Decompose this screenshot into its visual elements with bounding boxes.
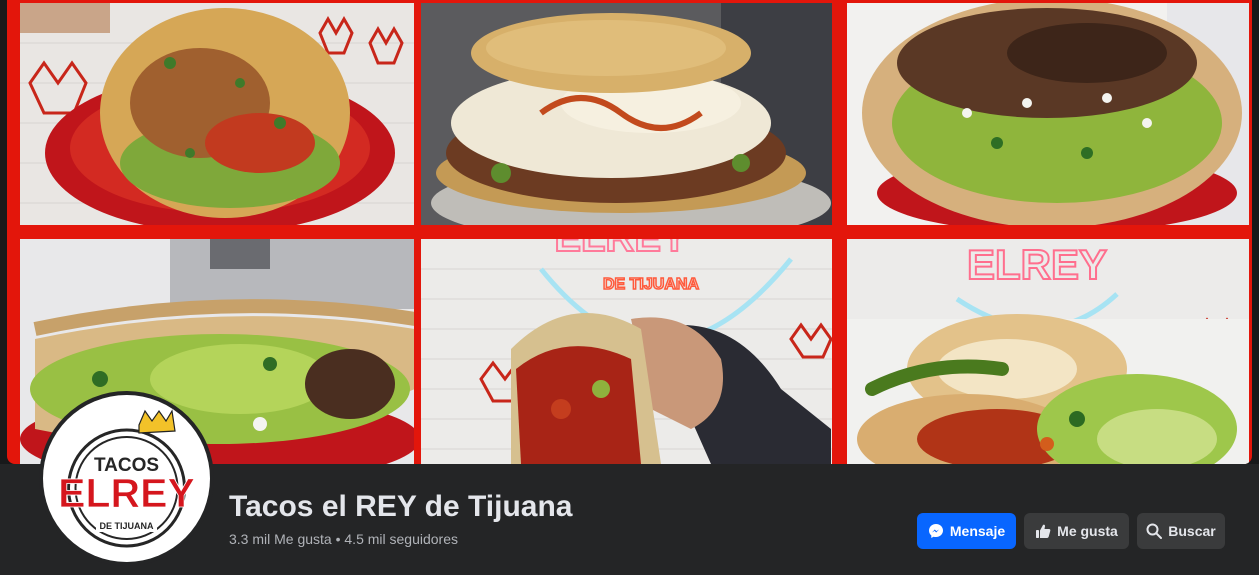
message-button-label: Mensaje xyxy=(949,523,1006,539)
page-stats[interactable]: 3.3 mil Me gusta • 4.5 mil seguidores xyxy=(229,531,458,547)
neon-sign-text: ELREY xyxy=(554,239,688,260)
search-icon xyxy=(1146,523,1163,539)
logo-line3: DE TIJUANA xyxy=(99,521,154,531)
search-button[interactable]: Buscar xyxy=(1137,513,1225,549)
like-button[interactable]: Me gusta xyxy=(1024,513,1129,549)
messenger-icon xyxy=(928,523,944,539)
cover-tile-6: ELREY xyxy=(847,239,1249,464)
logo-line2: ELREY xyxy=(58,470,195,516)
message-button[interactable]: Mensaje xyxy=(917,513,1016,549)
neon-sign-text-2: ELREY xyxy=(967,241,1107,288)
search-button-label: Buscar xyxy=(1168,523,1216,539)
profile-avatar[interactable]: TACOS ELREY DE TIJUANA xyxy=(39,391,214,566)
cover-photo[interactable]: ELREY DE TIJUANA ELREY xyxy=(7,0,1252,464)
neon-sign-subtext: DE TIJUANA xyxy=(603,276,699,293)
cover-tile-1 xyxy=(20,3,414,225)
page-title: Tacos el REY de Tijuana xyxy=(229,490,573,523)
cover-tile-2 xyxy=(421,3,832,225)
crown-icon xyxy=(138,409,176,434)
cover-tile-3 xyxy=(847,3,1249,225)
like-button-label: Me gusta xyxy=(1057,523,1118,539)
cover-tile-5: ELREY DE TIJUANA xyxy=(421,239,832,464)
thumbs-up-icon xyxy=(1035,523,1051,539)
